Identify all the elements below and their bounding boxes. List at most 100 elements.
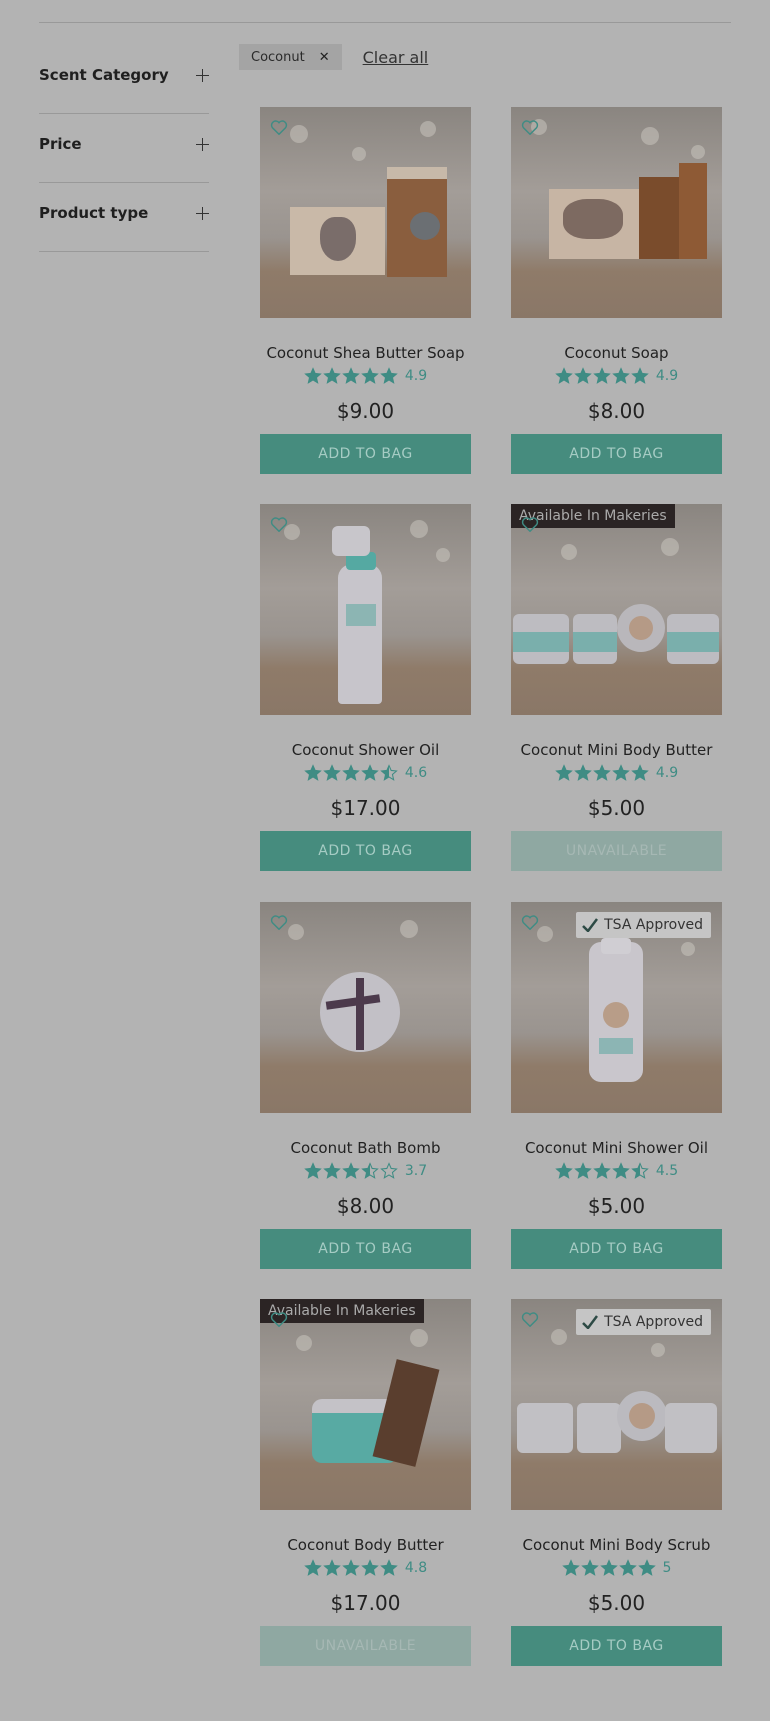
star-rating: 4.5: [511, 1162, 722, 1180]
plus-icon[interactable]: [196, 69, 209, 82]
star-full-icon: [574, 367, 592, 384]
add-to-bag-button[interactable]: ADD TO BAG: [511, 434, 722, 474]
product-image[interactable]: [260, 107, 471, 318]
star-full-icon: [304, 1559, 322, 1576]
rating-value: 4.9: [655, 368, 679, 384]
product-image[interactable]: [260, 902, 471, 1113]
star-full-icon: [304, 764, 322, 781]
add-to-bag-button[interactable]: ADD TO BAG: [260, 434, 471, 474]
star-half-icon: [361, 1162, 379, 1179]
star-full-icon: [380, 1559, 398, 1576]
product-price: $5.00: [587, 1591, 646, 1615]
facet-product-type[interactable]: Product type: [39, 183, 209, 252]
star-full-icon: [599, 1559, 618, 1576]
unavailable-button[interactable]: UNAVAILABLE: [511, 831, 722, 871]
product-image[interactable]: [511, 504, 722, 715]
star-full-icon: [323, 764, 341, 781]
star-half-icon: [631, 1162, 649, 1179]
rating-value: 5: [662, 1560, 672, 1576]
heart-icon[interactable]: [521, 516, 539, 532]
star-full-icon: [631, 764, 649, 781]
star-full-icon: [637, 1559, 656, 1576]
product-price: $8.00: [587, 399, 646, 423]
heart-icon[interactable]: [270, 516, 288, 532]
product-name[interactable]: Coconut Bath Bomb: [245, 1139, 486, 1157]
tsa-badge-label: TSA Approved: [604, 917, 703, 933]
star-full-icon: [380, 367, 398, 384]
facet-label: Product type: [39, 204, 149, 222]
check-icon: [582, 918, 599, 932]
rating-value: 3.7: [404, 1163, 428, 1179]
product-card[interactable]: Coconut Soap 4.9 $8.00 ADD TO BAG: [511, 107, 722, 529]
heart-icon[interactable]: [521, 914, 539, 930]
star-full-icon: [342, 764, 360, 781]
star-full-icon: [631, 367, 649, 384]
product-name[interactable]: Coconut Shea Butter Soap: [245, 344, 486, 362]
product-name[interactable]: Coconut Mini Body Butter: [496, 741, 737, 759]
star-full-icon: [342, 367, 360, 384]
heart-icon[interactable]: [521, 1311, 539, 1327]
tsa-badge: TSA Approved: [576, 912, 711, 938]
product-price: $8.00: [336, 1194, 395, 1218]
star-rating: 4.9: [511, 367, 722, 385]
product-price: $5.00: [587, 1194, 646, 1218]
heart-icon[interactable]: [270, 119, 288, 135]
star-half-icon: [380, 764, 398, 781]
rating-value: 4.8: [404, 1560, 428, 1576]
check-icon: [582, 1315, 599, 1329]
star-full-icon: [304, 1162, 322, 1179]
star-full-icon: [574, 1162, 592, 1179]
add-to-bag-button[interactable]: ADD TO BAG: [511, 1626, 722, 1666]
plus-icon[interactable]: [196, 138, 209, 151]
product-card[interactable]: Available In Makeries Coconut Mini Body …: [511, 504, 722, 926]
star-full-icon: [323, 367, 341, 384]
product-name[interactable]: Coconut Soap: [496, 344, 737, 362]
unavailable-button[interactable]: UNAVAILABLE: [260, 1626, 471, 1666]
product-image[interactable]: [260, 504, 471, 715]
plus-icon[interactable]: [196, 207, 209, 220]
clear-all-link[interactable]: Clear all: [363, 48, 429, 67]
product-card[interactable]: TSA Approved Coconut Mini Body Scrub 5 $…: [511, 1299, 722, 1721]
product-card[interactable]: Coconut Shea Butter Soap 4.9 $9.00 ADD T…: [260, 107, 471, 529]
active-filters: Coconut ✕ Clear all: [239, 44, 428, 70]
facet-price[interactable]: Price: [39, 114, 209, 183]
facet-scent-category[interactable]: Scent Category: [39, 45, 209, 114]
tsa-badge-label: TSA Approved: [604, 1314, 703, 1330]
close-icon[interactable]: ✕: [319, 50, 330, 65]
product-name[interactable]: Coconut Shower Oil: [245, 741, 486, 759]
product-image[interactable]: [260, 1299, 471, 1510]
heart-icon[interactable]: [270, 914, 288, 930]
product-name[interactable]: Coconut Mini Body Scrub: [496, 1536, 737, 1554]
product-card[interactable]: TSA Approved Coconut Mini Shower Oil 4.5…: [511, 902, 722, 1324]
product-card[interactable]: Coconut Shower Oil 4.6 $17.00 ADD TO BAG: [260, 504, 471, 926]
star-full-icon: [593, 764, 611, 781]
star-full-icon: [323, 1162, 341, 1179]
add-to-bag-button[interactable]: ADD TO BAG: [260, 1229, 471, 1269]
star-rating: 5: [511, 1559, 722, 1577]
tsa-badge: TSA Approved: [576, 1309, 711, 1335]
heart-icon[interactable]: [270, 1311, 288, 1327]
product-card[interactable]: Coconut Bath Bomb 3.7 $8.00 ADD TO BAG: [260, 902, 471, 1324]
star-rating: 4.9: [260, 367, 471, 385]
rating-value: 4.9: [655, 765, 679, 781]
star-full-icon: [323, 1559, 341, 1576]
star-full-icon: [612, 367, 630, 384]
chip-label: Coconut: [251, 49, 305, 65]
product-image[interactable]: [511, 107, 722, 318]
product-card[interactable]: Available In Makeries Coconut Body Butte…: [260, 1299, 471, 1721]
add-to-bag-button[interactable]: ADD TO BAG: [260, 831, 471, 871]
product-price: $5.00: [587, 796, 646, 820]
star-full-icon: [361, 367, 379, 384]
product-name[interactable]: Coconut Mini Shower Oil: [496, 1139, 737, 1157]
facet-label: Price: [39, 135, 82, 153]
star-full-icon: [304, 367, 322, 384]
active-filter-chip[interactable]: Coconut ✕: [239, 44, 342, 70]
star-full-icon: [555, 1162, 573, 1179]
star-full-icon: [555, 764, 573, 781]
add-to-bag-button[interactable]: ADD TO BAG: [511, 1229, 722, 1269]
star-empty-icon: [380, 1162, 398, 1179]
product-name[interactable]: Coconut Body Butter: [245, 1536, 486, 1554]
star-full-icon: [561, 1559, 580, 1576]
heart-icon[interactable]: [521, 119, 539, 135]
facet-label: Scent Category: [39, 66, 169, 84]
